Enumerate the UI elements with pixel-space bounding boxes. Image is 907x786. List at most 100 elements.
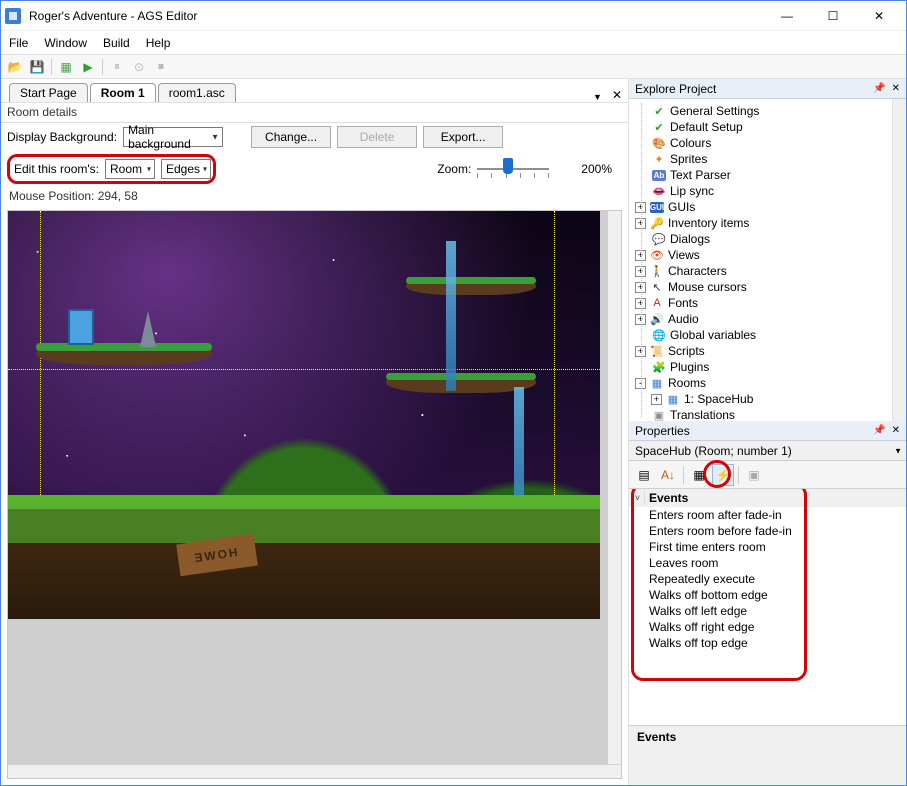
- explore-project-title: Explore Project: [635, 82, 716, 96]
- menu-build[interactable]: Build: [103, 36, 130, 50]
- collapse-icon[interactable]: ˅: [631, 491, 645, 505]
- tree-item[interactable]: +📜Scripts: [629, 343, 902, 359]
- tree-item[interactable]: +AFonts: [629, 295, 902, 311]
- properties-object-combo[interactable]: SpaceHub (Room; number 1) ▼: [629, 441, 906, 461]
- document-tabs: Start Page Room 1 room1.asc ▼ ✕: [1, 79, 628, 103]
- export-background-button[interactable]: Export...: [423, 126, 503, 148]
- tree-item[interactable]: 👄Lip sync: [629, 183, 902, 199]
- zoom-slider-thumb[interactable]: [503, 158, 513, 174]
- tree-item[interactable]: 🧩Plugins: [629, 359, 902, 375]
- window-title: Roger's Adventure - AGS Editor: [29, 9, 764, 23]
- tab-dropdown-icon[interactable]: ▼: [593, 92, 602, 102]
- expand-icon[interactable]: +: [651, 394, 662, 405]
- tree-item[interactable]: ▣Translations: [629, 407, 902, 421]
- properties-grid[interactable]: ˅ Events Enters room after fade-inEnters…: [629, 489, 906, 725]
- room-viewport[interactable]: ƎWOH: [7, 210, 622, 779]
- tree-item[interactable]: -▦Rooms: [629, 375, 902, 391]
- close-button[interactable]: ✕: [856, 2, 902, 30]
- pin-icon[interactable]: 📌: [873, 425, 885, 436]
- tree-node-icon: ▦: [666, 393, 680, 406]
- property-name: Walks off left edge: [649, 604, 747, 618]
- tree-item-label: 1: SpaceHub: [684, 392, 753, 406]
- property-row[interactable]: Walks off top edge: [629, 635, 906, 651]
- tree-item[interactable]: ✔General Settings: [629, 103, 902, 119]
- panel-close-icon[interactable]: ✕: [892, 83, 900, 94]
- pin-icon[interactable]: 📌: [873, 83, 885, 94]
- chevron-down-icon: ▾: [203, 165, 207, 174]
- properties-toolbar: ▤ A↓ ▦ ⚡ ▣: [629, 461, 906, 489]
- zoom-slider[interactable]: [477, 160, 549, 178]
- property-row[interactable]: Enters room before fade-in: [629, 523, 906, 539]
- tree-node-icon: 👄: [652, 185, 666, 198]
- tree-item-label: Inventory items: [668, 216, 749, 230]
- events-button[interactable]: ⚡: [712, 464, 734, 486]
- tree-item[interactable]: ✔Default Setup: [629, 119, 902, 135]
- property-row[interactable]: Walks off right edge: [629, 619, 906, 635]
- panel-close-icon[interactable]: ✕: [892, 425, 900, 436]
- events-category-row[interactable]: ˅ Events: [629, 489, 906, 507]
- run-icon[interactable]: ▶: [80, 59, 96, 75]
- tree-item[interactable]: +↖Mouse cursors: [629, 279, 902, 295]
- tab-room-1[interactable]: Room 1: [90, 83, 156, 102]
- tree-scrollbar[interactable]: [892, 99, 906, 421]
- open-icon[interactable]: 📂: [7, 59, 23, 75]
- tree-item[interactable]: 🌐Global variables: [629, 327, 902, 343]
- mouse-position-label: Mouse Position: 294, 58: [1, 187, 628, 208]
- tree-item[interactable]: +GUIGUIs: [629, 199, 902, 215]
- tree-item[interactable]: AbText Parser: [629, 167, 902, 183]
- property-row[interactable]: Leaves room: [629, 555, 906, 571]
- categorized-button[interactable]: ▤: [633, 464, 655, 486]
- tab-room1-script[interactable]: room1.asc: [158, 83, 236, 102]
- tree-item[interactable]: ✦Sprites: [629, 151, 902, 167]
- property-row[interactable]: Repeatedly execute: [629, 571, 906, 587]
- tree-node-icon: Ab: [652, 170, 666, 181]
- room-layer-combo[interactable]: Room ▾: [105, 159, 155, 179]
- tab-close-icon[interactable]: ✕: [612, 88, 622, 102]
- change-background-button[interactable]: Change...: [251, 126, 331, 148]
- tree-item-label: GUIs: [668, 200, 695, 214]
- chevron-down-icon: ▾: [147, 165, 151, 174]
- vertical-scrollbar[interactable]: [607, 211, 622, 764]
- tree-item-label: Sprites: [670, 152, 707, 166]
- properties-title: Properties: [635, 424, 690, 438]
- room-layer-value: Room: [110, 162, 142, 176]
- alphabetical-button[interactable]: A↓: [657, 464, 679, 486]
- tree-node-icon: ✔: [652, 121, 666, 134]
- property-row[interactable]: Walks off bottom edge: [629, 587, 906, 603]
- events-category-label: Events: [649, 491, 688, 505]
- menu-window[interactable]: Window: [44, 36, 87, 50]
- chevron-down-icon: ▼: [211, 133, 219, 142]
- menu-help[interactable]: Help: [146, 36, 171, 50]
- tree-node-icon: 🧩: [652, 361, 666, 374]
- tree-item[interactable]: + ▦ 1: SpaceHub: [629, 391, 902, 407]
- tree-item[interactable]: +🔑Inventory items: [629, 215, 902, 231]
- minimize-button[interactable]: —: [764, 2, 810, 30]
- property-row[interactable]: Walks off left edge: [629, 603, 906, 619]
- tree-item[interactable]: +🚶Characters: [629, 263, 902, 279]
- maximize-button[interactable]: ☐: [810, 2, 856, 30]
- edges-layer-combo[interactable]: Edges ▾: [161, 159, 211, 179]
- step-icon: ⊙: [131, 59, 147, 75]
- tree-item[interactable]: 🎨Colours: [629, 135, 902, 151]
- horizontal-scrollbar[interactable]: [8, 764, 621, 779]
- tree-item[interactable]: +👁Views: [629, 247, 902, 263]
- tree-item[interactable]: +🔊Audio: [629, 311, 902, 327]
- property-row[interactable]: Enters room after fade-in: [629, 507, 906, 523]
- display-background-combo[interactable]: Main background ▼: [123, 127, 223, 147]
- property-pages-button[interactable]: ▣: [743, 464, 765, 486]
- tree-item-label: General Settings: [670, 104, 759, 118]
- save-icon[interactable]: 💾: [29, 59, 45, 75]
- tab-start-page[interactable]: Start Page: [9, 83, 88, 102]
- properties-button[interactable]: ▦: [688, 464, 710, 486]
- property-name: Repeatedly execute: [649, 572, 755, 586]
- build-icon[interactable]: ▦: [58, 59, 74, 75]
- edit-this-room-label: Edit this room's:: [14, 162, 99, 176]
- project-tree[interactable]: ✔General Settings✔Default Setup🎨Colours✦…: [629, 99, 906, 421]
- display-background-label: Display Background:: [7, 130, 117, 144]
- tree-item-label: Fonts: [668, 296, 698, 310]
- tree-item[interactable]: 💬Dialogs: [629, 231, 902, 247]
- properties-object-name: SpaceHub (Room; number 1): [635, 444, 792, 458]
- tree-node-icon: 📜: [650, 345, 664, 358]
- menu-file[interactable]: File: [9, 36, 28, 50]
- property-row[interactable]: First time enters room: [629, 539, 906, 555]
